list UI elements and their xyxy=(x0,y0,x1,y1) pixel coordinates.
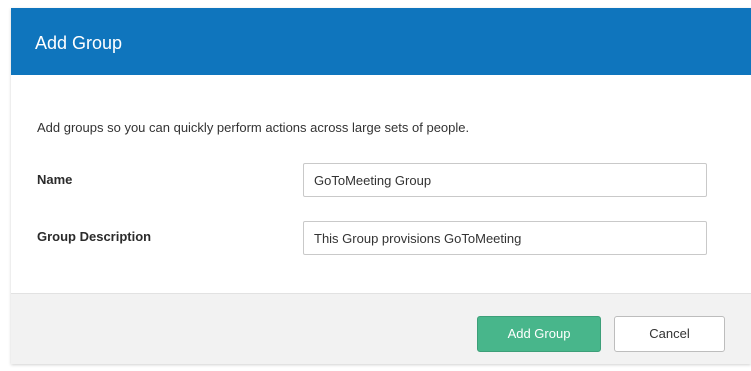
add-group-dialog: Add Group Add groups so you can quickly … xyxy=(11,8,751,364)
cancel-button[interactable]: Cancel xyxy=(614,316,725,352)
add-group-button[interactable]: Add Group xyxy=(477,316,601,352)
name-label: Name xyxy=(37,172,73,187)
group-description-label: Group Description xyxy=(37,229,152,244)
dialog-body: Add groups so you can quickly perform ac… xyxy=(11,75,751,293)
group-description-input[interactable] xyxy=(303,221,707,255)
intro-text: Add groups so you can quickly perform ac… xyxy=(37,120,470,135)
name-input[interactable] xyxy=(303,163,707,197)
dialog-title: Add Group xyxy=(35,33,123,53)
dialog-header: Add Group xyxy=(11,8,751,75)
dialog-footer: Add Group Cancel xyxy=(11,293,751,364)
